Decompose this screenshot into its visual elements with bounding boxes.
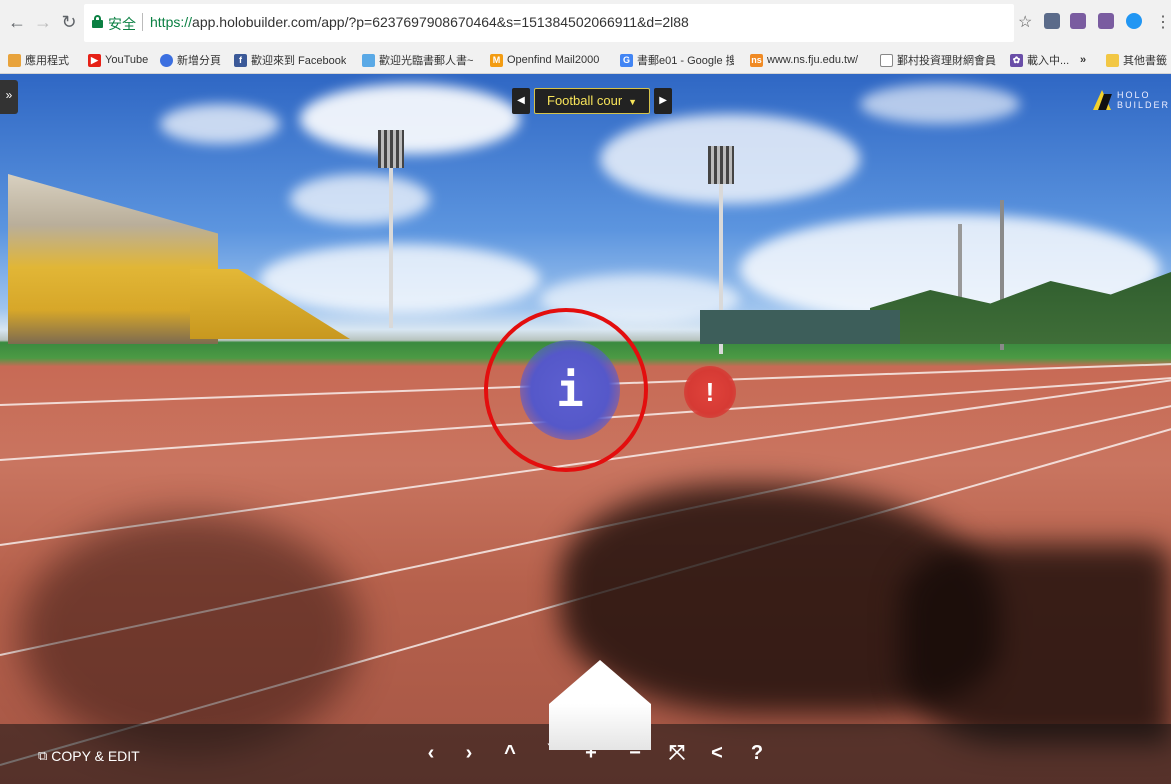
cloud (290, 174, 430, 224)
cloud (160, 104, 280, 144)
copy-edit-button[interactable]: ⧉ COPY & EDIT (38, 748, 140, 764)
secure-label: 安全 (108, 16, 136, 32)
bookmark-item[interactable]: ✿ 載入中... (1010, 51, 1074, 69)
loading-icon: ✿ (1010, 53, 1023, 67)
up-button[interactable]: ^ (497, 740, 523, 766)
expand-sidebar-button[interactable]: » (0, 80, 18, 114)
bookmark-item[interactable]: f 歡迎來到 Facebook (234, 51, 346, 69)
highlight-circle (484, 308, 648, 472)
bookmark-icon (362, 53, 375, 67)
folder-icon (1106, 53, 1119, 67)
bookmark-item[interactable]: 鄞村投資理財網會員 (880, 51, 1000, 69)
bookmark-item[interactable]: 歡迎光臨書郵人書~ (362, 51, 478, 69)
buildings (700, 310, 900, 344)
bookmark-item[interactable]: ▶ YouTube (88, 51, 154, 69)
share-button[interactable]: < (704, 740, 730, 766)
youtube-icon: ▶ (88, 53, 101, 67)
copy-icon: ⧉ (38, 748, 48, 763)
extension-icon[interactable] (1098, 13, 1114, 29)
browser-toolbar: ← → ↻ 安全 https://app.holobuilder.com/app… (0, 0, 1171, 46)
bookmark-overflow[interactable]: » (1080, 51, 1094, 69)
ns-icon: ns (750, 53, 763, 67)
panorama-viewer[interactable]: » ◀ Football cour ▼ ▶ HOLO BUILDER i ! ⧉ CO… (0, 74, 1171, 784)
mail-icon: M (490, 53, 503, 67)
chevron-down-icon: ▼ (628, 97, 638, 107)
holobuilder-logo: HOLO BUILDER (1093, 88, 1168, 114)
star-icon[interactable]: ☆ (1018, 12, 1032, 32)
prev-scene-button[interactable]: ◀ (512, 88, 530, 114)
bookmark-item[interactable]: ns www.ns.fju.edu.tw/ (750, 51, 866, 69)
extension-icon[interactable] (1070, 13, 1086, 29)
google-icon: G (620, 53, 633, 67)
scene-selector: ◀ Football cour ▼ ▶ (512, 88, 673, 114)
grandstand (8, 174, 218, 344)
reload-icon[interactable]: ↻ (58, 12, 80, 33)
cloud (860, 84, 1020, 124)
floodlight (708, 146, 734, 184)
url-text[interactable]: https://app.holobuilder.com/app/?p=62376… (150, 14, 689, 30)
divider (142, 13, 143, 31)
alert-hotspot[interactable]: ! (684, 366, 736, 418)
lock-icon (92, 15, 103, 28)
arrow-right-icon[interactable]: → (32, 12, 54, 33)
facebook-icon: f (234, 53, 247, 67)
help-button[interactable]: ? (744, 740, 770, 766)
tree-shadow (20, 514, 360, 754)
bookmark-item[interactable]: G 書郵e01 - Google 搜 (620, 51, 734, 69)
floodlight-pole (389, 168, 393, 328)
bookmark-item[interactable]: 其他書籤 (1106, 51, 1170, 69)
next-scene-button[interactable]: ▶ (654, 88, 673, 114)
floodlight (378, 130, 404, 168)
scene-dropdown[interactable]: Football cour ▼ (534, 88, 651, 114)
extension-icon[interactable] (1044, 13, 1060, 29)
address-bar[interactable]: 安全 https://app.holobuilder.com/app/?p=62… (84, 4, 1014, 42)
prev-button[interactable]: ‹ (418, 740, 444, 766)
extension-icon[interactable] (1126, 13, 1142, 29)
fullscreen-button[interactable]: ⤧ (664, 740, 690, 766)
page-icon (880, 53, 893, 67)
arrow-left-icon[interactable]: ← (6, 12, 28, 33)
bookmark-item[interactable]: 應用程式 (8, 51, 82, 69)
bookmarks-bar: 應用程式 ▶ YouTube 新增分頁 f 歡迎來到 Facebook 歡迎光臨書郵… (0, 46, 1171, 74)
more-menu-icon[interactable]: ⋮ (1155, 12, 1171, 32)
apps-icon (8, 53, 21, 67)
navigation-compass[interactable] (549, 660, 651, 750)
bookmark-item[interactable]: M Openfind Mail2000 (490, 51, 602, 69)
tree-shadow (900, 544, 1171, 744)
bookmark-item[interactable]: 新增分頁 (160, 51, 226, 69)
cloud (260, 244, 540, 314)
next-button[interactable]: › (456, 740, 482, 766)
cloud (300, 84, 520, 154)
new-tab-icon (160, 53, 173, 67)
